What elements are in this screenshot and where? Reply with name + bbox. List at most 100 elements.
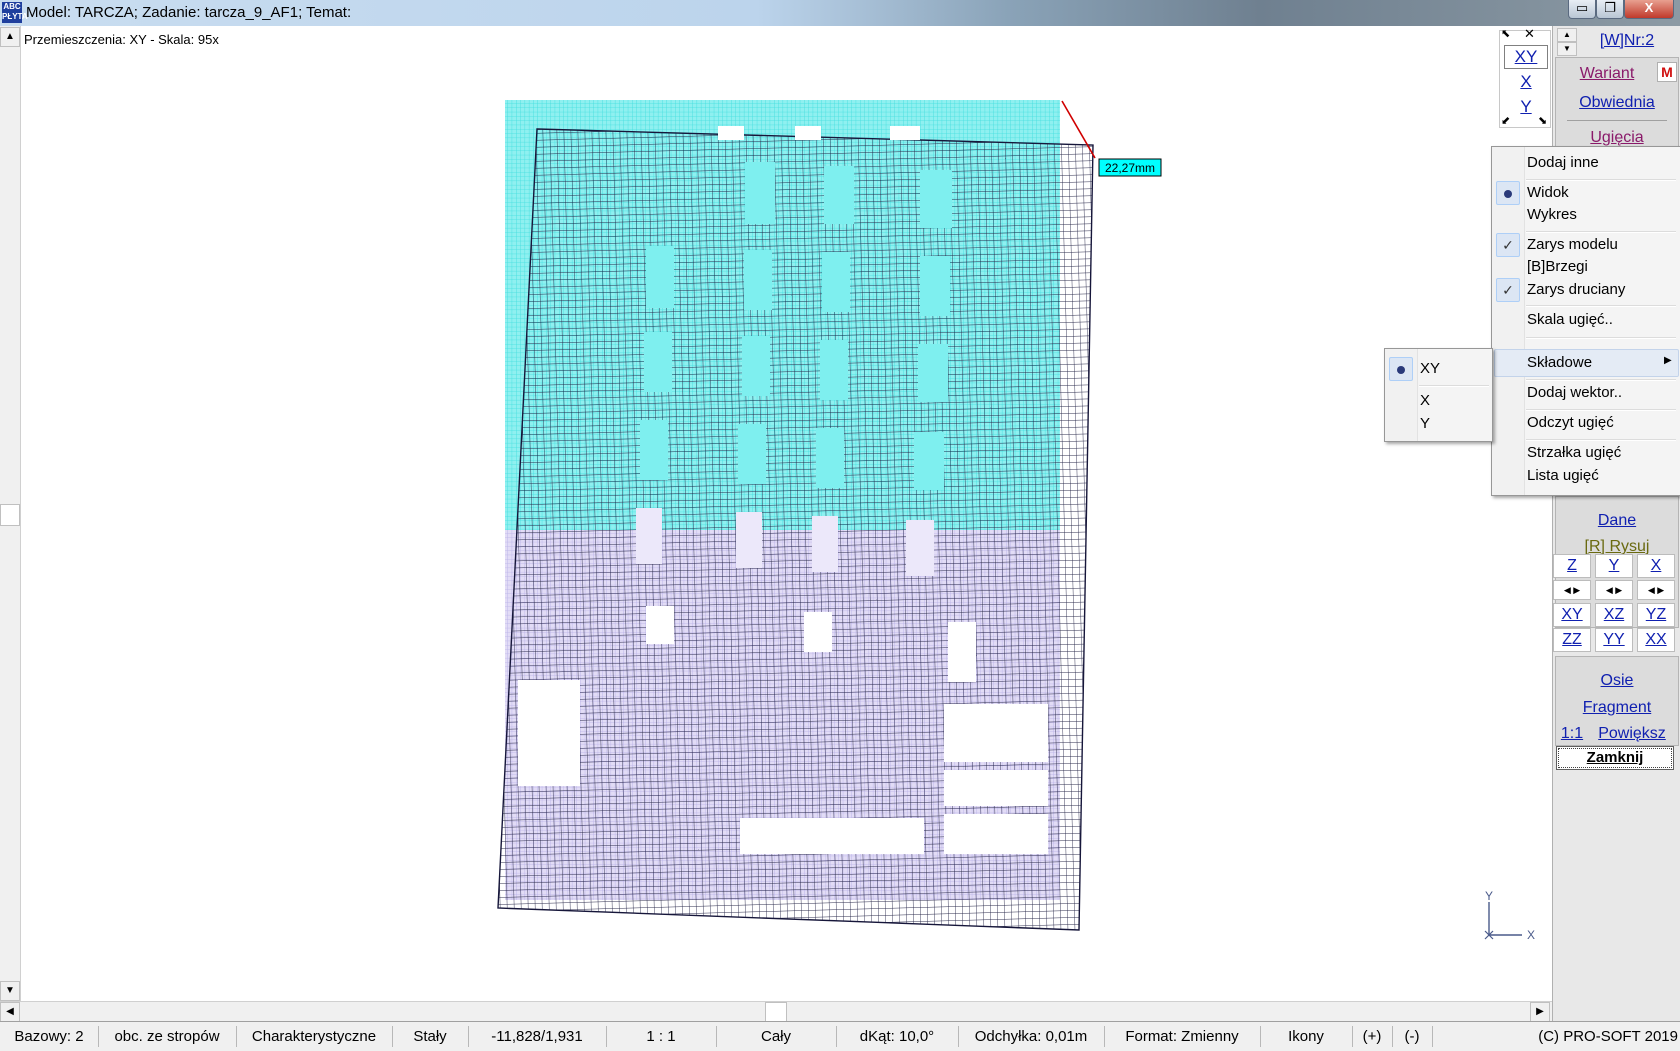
status-dkat[interactable]: dKąt: 10,0°: [836, 1026, 959, 1047]
view-xy-button[interactable]: XY: [1553, 603, 1591, 627]
minimize-icon: ▭: [1575, 0, 1589, 15]
menu-separator: [1526, 231, 1676, 233]
rotate-x-arrows[interactable]: ◀ ▶: [1637, 580, 1675, 600]
submenu-item-x[interactable]: X: [1420, 392, 1430, 409]
resize-corner-icon[interactable]: ⬊: [1538, 114, 1547, 127]
horizontal-scroll-thumb[interactable]: [765, 1002, 787, 1022]
status-ikony[interactable]: Ikony: [1260, 1026, 1353, 1047]
menu-item-strzalka-ugiec[interactable]: Strzałka ugięć: [1527, 444, 1621, 461]
close-button[interactable]: X: [1624, 0, 1674, 19]
selector-x[interactable]: X: [1504, 70, 1548, 94]
radio-selected-icon: [1389, 357, 1413, 381]
minimize-button[interactable]: ▭: [1568, 0, 1596, 19]
scroll-up-button[interactable]: ▲: [0, 27, 20, 47]
submenu-item-xy[interactable]: XY: [1420, 360, 1440, 377]
zamknij-button[interactable]: Zamknij: [1556, 746, 1674, 770]
status-zakres[interactable]: Cały: [716, 1026, 837, 1047]
rotate-z-arrows[interactable]: ◀ ▶: [1553, 580, 1591, 600]
vertical-scrollbar[interactable]: ▲ ▼: [0, 26, 21, 1001]
radio-selected-icon: [1496, 181, 1520, 205]
view-xx-button[interactable]: XX: [1637, 628, 1675, 652]
dane-link[interactable]: Dane: [1557, 512, 1677, 530]
shrink-corner-icon[interactable]: ⬋: [1501, 114, 1510, 127]
view-yz-button[interactable]: YZ: [1637, 603, 1675, 627]
status-bazowy[interactable]: Bazowy: 2: [0, 1026, 99, 1047]
selector-xy[interactable]: XY: [1504, 45, 1548, 69]
variant-up-button[interactable]: ▲: [1557, 28, 1577, 42]
wariant-badge[interactable]: M: [1657, 62, 1677, 82]
vertical-scroll-thumb[interactable]: [0, 504, 20, 526]
menu-item-widok[interactable]: Widok: [1527, 184, 1569, 201]
menu-separator: [1526, 179, 1676, 181]
variant-down-button[interactable]: ▼: [1557, 42, 1577, 56]
scroll-down-button[interactable]: ▼: [0, 981, 20, 1001]
status-obciazenie[interactable]: obc. ze stropów: [98, 1026, 237, 1047]
status-zoom-out[interactable]: (-): [1392, 1026, 1433, 1047]
arrow-left-right-icon: ◀ ▶: [1563, 585, 1581, 595]
context-menu: Dodaj inne Widok Wykres ✓ Zarys modelu […: [1491, 146, 1680, 496]
view-xz-button[interactable]: XZ: [1595, 603, 1633, 627]
scroll-right-button[interactable]: ▶: [1530, 1002, 1550, 1022]
menu-separator: [1526, 439, 1676, 441]
menu-item-lista-ugiec[interactable]: Lista ugięć: [1527, 467, 1599, 484]
status-odchylka[interactable]: Odchyłka: 0,01m: [958, 1026, 1105, 1047]
menu-item-odczyt-ugiec[interactable]: Odczyt ugięć: [1527, 414, 1614, 431]
menu-item-wykres[interactable]: Wykres: [1527, 206, 1577, 223]
axis-y-label: Y: [1485, 889, 1493, 903]
arrow-left-icon: ◀: [6, 1006, 14, 1017]
scroll-left-button[interactable]: ◀: [0, 1002, 20, 1022]
close-selector-icon[interactable]: ✕: [1524, 26, 1535, 42]
scale-one-link[interactable]: 1:1: [1559, 725, 1585, 743]
close-icon: X: [1644, 0, 1654, 15]
fragment-link[interactable]: Fragment: [1557, 699, 1677, 717]
skladowe-submenu: XY X Y: [1384, 348, 1493, 442]
status-scale[interactable]: 1 : 1: [606, 1026, 717, 1047]
view-yy-button[interactable]: YY: [1595, 628, 1633, 652]
maximize-button[interactable]: ❐: [1596, 0, 1624, 19]
ugiecia-link[interactable]: Ugięcia: [1557, 129, 1677, 147]
menu-item-zarys-druciany[interactable]: Zarys druciany: [1527, 281, 1625, 298]
spin-up-icon: ▲: [1563, 30, 1571, 39]
variant-number-link[interactable]: [W]Nr:2: [1579, 32, 1675, 50]
view-title: Przemieszczenia: XY - Skala: 95x: [24, 32, 219, 47]
status-format[interactable]: Format: Zmienny: [1104, 1026, 1261, 1047]
status-zoom-in[interactable]: (+): [1352, 1026, 1393, 1047]
status-typ[interactable]: Charakterystyczne: [236, 1026, 393, 1047]
check-icon: ✓: [1496, 233, 1520, 257]
powieksz-link[interactable]: Powiększ: [1589, 725, 1675, 743]
menu-separator: [1526, 409, 1676, 411]
menu-item-zarys-modelu[interactable]: Zarys modelu: [1527, 236, 1618, 253]
menu-item-dodaj-wektor[interactable]: Dodaj wektor..: [1527, 384, 1622, 401]
expand-corner-icon[interactable]: ⬉: [1501, 27, 1510, 40]
rotate-y-arrows[interactable]: ◀ ▶: [1595, 580, 1633, 600]
horizontal-scrollbar[interactable]: ◀ ▶: [0, 1001, 1552, 1022]
view-x-button[interactable]: X: [1637, 554, 1675, 578]
title-bar: ABC PŁYTA Model: TARCZA; Zadanie: tarcza…: [0, 0, 1680, 26]
menu-item-skladowe[interactable]: Składowe: [1527, 354, 1592, 371]
menu-item-skala-ugiec[interactable]: Skala ugięć..: [1527, 311, 1613, 328]
deformed-mesh: [497, 128, 1094, 931]
menu-item-dodaj-inne[interactable]: Dodaj inne: [1527, 154, 1599, 171]
menu-separator: [1526, 379, 1676, 381]
obwiednia-link[interactable]: Obwiednia: [1557, 94, 1677, 112]
panel-divider: [1567, 120, 1667, 121]
view-zz-button[interactable]: ZZ: [1553, 628, 1591, 652]
spin-down-icon: ▼: [1563, 44, 1571, 53]
osie-link[interactable]: Osie: [1557, 672, 1677, 690]
menu-item-brzegi[interactable]: [B]Brzegi: [1527, 258, 1588, 275]
arrow-left-right-icon: ◀ ▶: [1647, 585, 1665, 595]
view-y-button[interactable]: Y: [1595, 554, 1633, 578]
wariant-link[interactable]: Wariant: [1557, 65, 1657, 83]
view-z-button[interactable]: Z: [1553, 554, 1591, 578]
status-stan[interactable]: Stały: [392, 1026, 469, 1047]
status-coords: -11,828/1,931: [468, 1026, 607, 1047]
submenu-item-y[interactable]: Y: [1420, 415, 1430, 432]
app-icon: ABC PŁYTA: [2, 2, 28, 23]
arrow-right-icon: ▶: [1536, 1006, 1544, 1017]
axis-gizmo: Y X: [1484, 889, 1535, 942]
axis-x-label: X: [1527, 928, 1535, 942]
check-icon: ✓: [1496, 278, 1520, 302]
drawing-canvas[interactable]: 22,27mm Y X: [0, 26, 1552, 1001]
max-displacement-label: 22,27mm: [1105, 161, 1155, 175]
arrow-up-icon: ▲: [5, 31, 15, 42]
